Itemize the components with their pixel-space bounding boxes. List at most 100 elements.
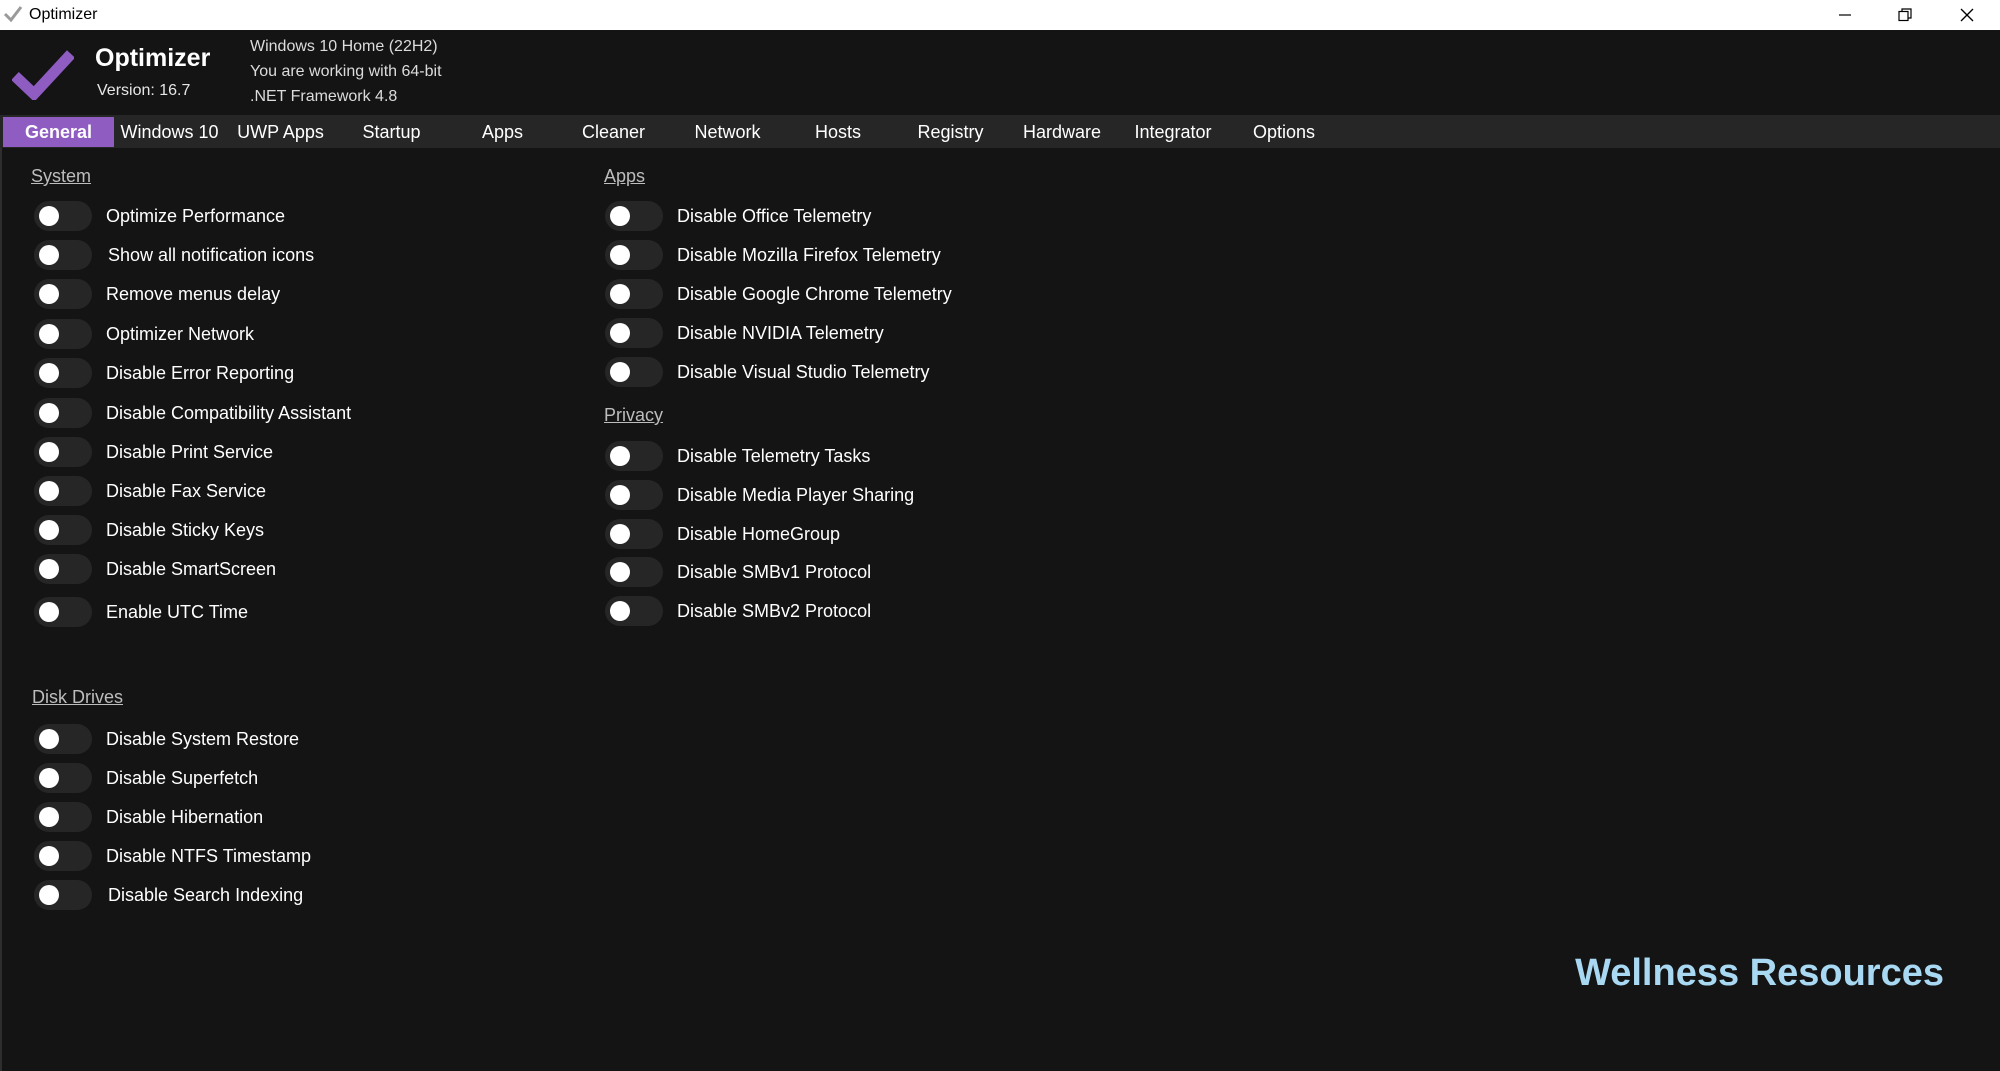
toggle-knob: [39, 403, 59, 423]
arch-info: You are working with 64-bit: [250, 63, 442, 80]
tab-windows-10[interactable]: Windows 10: [114, 117, 225, 147]
toggle-knob: [610, 524, 630, 544]
tab-integrator[interactable]: Integrator: [1113, 117, 1233, 147]
toggle-knob: [610, 562, 630, 582]
checkmark-logo-icon: [12, 50, 74, 100]
toggle-row[interactable]: Disable Telemetry Tasks: [605, 441, 870, 471]
toggle-row[interactable]: Optimize Performance: [34, 201, 285, 231]
toggle-switch[interactable]: [34, 201, 92, 231]
toggle-switch[interactable]: [34, 841, 92, 871]
toggle-switch[interactable]: [34, 279, 92, 309]
tab-network[interactable]: Network: [669, 117, 786, 147]
toggle-row[interactable]: Disable NTFS Timestamp: [34, 841, 311, 871]
window-border: [0, 148, 2, 1071]
toggle-row[interactable]: Disable System Restore: [34, 724, 299, 754]
toggle-switch[interactable]: [605, 441, 663, 471]
toggle-row[interactable]: Disable Compatibility Assistant: [34, 398, 351, 428]
toggle-row[interactable]: Disable Search Indexing: [34, 880, 303, 910]
toggle-row[interactable]: Disable Sticky Keys: [34, 515, 264, 545]
toggle-label: Disable HomeGroup: [677, 523, 841, 544]
tab-hardware[interactable]: Hardware: [1011, 117, 1113, 147]
toggle-knob: [610, 323, 630, 343]
toggle-row[interactable]: Disable Fax Service: [34, 476, 266, 506]
toggle-label: Disable Google Chrome Telemetry: [677, 283, 952, 304]
tab-hosts[interactable]: Hosts: [786, 117, 890, 147]
toggle-label: Disable Compatibility Assistant: [106, 402, 352, 423]
toggle-switch[interactable]: [34, 240, 92, 270]
toggle-knob: [39, 807, 59, 827]
toggle-label: Disable SmartScreen: [106, 558, 277, 579]
toggle-switch[interactable]: [34, 515, 92, 545]
toggle-switch[interactable]: [34, 802, 92, 832]
toggle-knob: [610, 245, 630, 265]
toggle-row[interactable]: Disable Mozilla Firefox Telemetry: [605, 240, 941, 270]
toggle-row[interactable]: Show all notification icons: [34, 240, 314, 270]
toggle-row[interactable]: Disable SMBv2 Protocol: [605, 596, 871, 626]
toggle-switch[interactable]: [605, 480, 663, 510]
toggle-row[interactable]: Disable NVIDIA Telemetry: [605, 318, 884, 348]
tab-uwp-apps[interactable]: UWP Apps: [225, 117, 336, 147]
tab-startup[interactable]: Startup: [336, 117, 447, 147]
toggle-row[interactable]: Disable SmartScreen: [34, 554, 276, 584]
restore-icon: [1898, 8, 1912, 22]
tab-options[interactable]: Options: [1233, 117, 1335, 147]
toggle-label: Disable Print Service: [106, 441, 274, 462]
toggle-switch[interactable]: [34, 358, 92, 388]
toggle-label: Disable Fax Service: [106, 480, 267, 501]
toggle-switch[interactable]: [34, 880, 92, 910]
toggle-knob: [39, 245, 59, 265]
minimize-button[interactable]: [1815, 0, 1875, 30]
toggle-switch[interactable]: [605, 279, 663, 309]
toggle-switch[interactable]: [34, 319, 92, 349]
toggle-switch[interactable]: [34, 724, 92, 754]
toggle-row[interactable]: Disable Media Player Sharing: [605, 480, 914, 510]
toggle-row[interactable]: Disable Print Service: [34, 437, 273, 467]
section-title-disk-drives: Disk Drives: [32, 687, 124, 707]
tab-cleaner[interactable]: Cleaner: [558, 117, 669, 147]
toggle-knob: [610, 284, 630, 304]
toggle-row[interactable]: Disable Office Telemetry: [605, 201, 871, 231]
tab-apps[interactable]: Apps: [447, 117, 558, 147]
tab-registry[interactable]: Registry: [890, 117, 1011, 147]
toggle-label: Disable Visual Studio Telemetry: [677, 361, 930, 382]
toggle-label: Disable Sticky Keys: [106, 519, 265, 540]
toggle-switch[interactable]: [605, 357, 663, 387]
toggle-row[interactable]: Disable SMBv1 Protocol: [605, 557, 871, 587]
toggle-switch[interactable]: [605, 557, 663, 587]
toggle-row[interactable]: Disable Visual Studio Telemetry: [605, 357, 929, 387]
toggle-row[interactable]: Disable HomeGroup: [605, 519, 840, 549]
toggle-switch[interactable]: [34, 763, 92, 793]
toggle-row[interactable]: Disable Hibernation: [34, 802, 263, 832]
toggle-row[interactable]: Enable UTC Time: [34, 597, 248, 627]
toggle-switch[interactable]: [605, 201, 663, 231]
app-name: Optimizer: [95, 44, 211, 72]
toggle-switch[interactable]: [605, 519, 663, 549]
toggle-switch[interactable]: [605, 240, 663, 270]
window-title: Optimizer: [29, 6, 98, 23]
toggle-switch[interactable]: [605, 318, 663, 348]
toggle-switch[interactable]: [34, 476, 92, 506]
toggle-switch[interactable]: [34, 597, 92, 627]
restore-button[interactable]: [1875, 0, 1935, 30]
close-button[interactable]: [1937, 0, 1997, 30]
toggle-label: Disable Superfetch: [106, 767, 259, 788]
toggle-row[interactable]: Disable Google Chrome Telemetry: [605, 279, 952, 309]
toggle-row[interactable]: Remove menus delay: [34, 279, 280, 309]
toggle-label: Disable Search Indexing: [108, 884, 304, 905]
toggle-switch[interactable]: [34, 437, 92, 467]
toggle-row[interactable]: Disable Superfetch: [34, 763, 258, 793]
toggle-knob: [610, 485, 630, 505]
toggle-knob: [39, 602, 59, 622]
toggle-label: Optimize Performance: [106, 205, 286, 226]
section-title-privacy: Privacy: [604, 405, 664, 425]
toggle-switch[interactable]: [605, 596, 663, 626]
framework-info: .NET Framework 4.8: [250, 88, 398, 105]
toggle-knob: [610, 206, 630, 226]
tab-general[interactable]: General: [3, 117, 114, 147]
toggle-switch[interactable]: [34, 554, 92, 584]
toggle-label: Disable System Restore: [106, 728, 300, 749]
toggle-row[interactable]: Optimizer Network: [34, 319, 254, 349]
toggle-switch[interactable]: [34, 398, 92, 428]
toggle-label: Enable UTC Time: [106, 601, 249, 622]
toggle-row[interactable]: Disable Error Reporting: [34, 358, 294, 388]
